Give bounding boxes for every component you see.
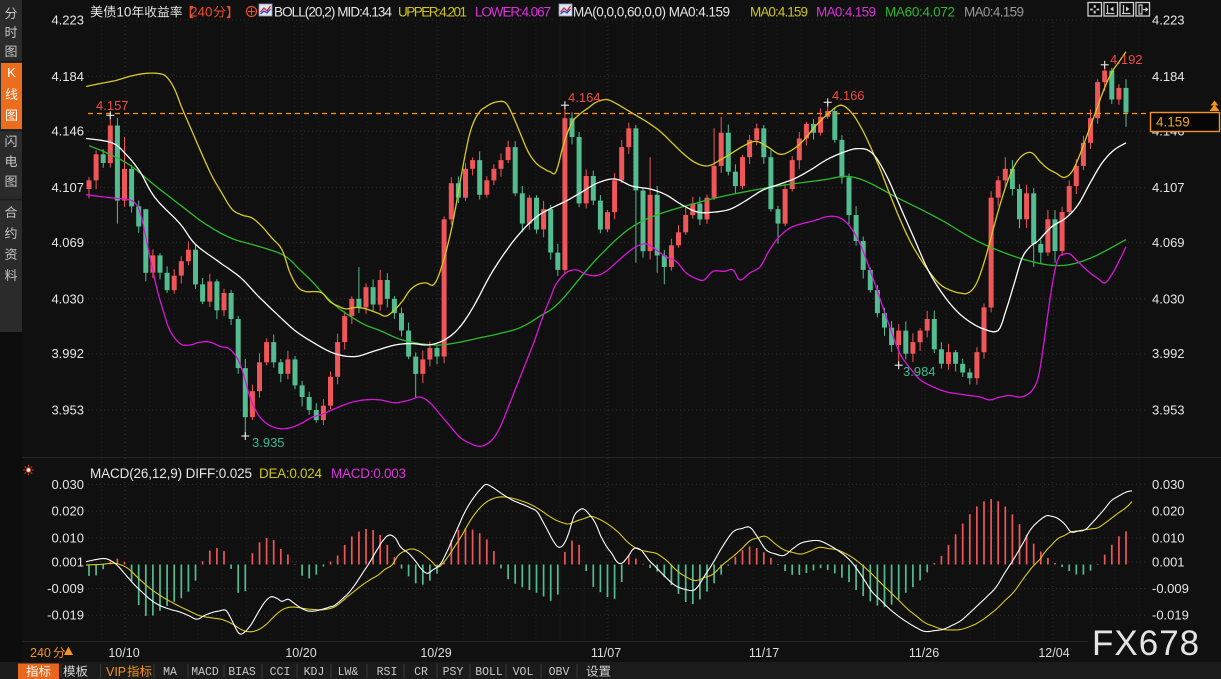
svg-text:3.992: 3.992	[51, 346, 84, 361]
svg-text:4.184: 4.184	[51, 69, 84, 84]
svg-text:4.030: 4.030	[51, 291, 84, 306]
svg-text:240: 240	[30, 646, 51, 660]
svg-text:MA: MA	[163, 666, 177, 679]
svg-text:OBV: OBV	[549, 666, 570, 679]
svg-text:4.107: 4.107	[1152, 180, 1185, 195]
svg-text:4.184: 4.184	[1152, 69, 1185, 84]
svg-text:MACD(26,12,9) DIFF:0.025: MACD(26,12,9) DIFF:0.025	[90, 466, 252, 481]
svg-text:4.157: 4.157	[96, 98, 129, 113]
svg-text:4.166: 4.166	[832, 88, 865, 103]
svg-text:3.935: 3.935	[252, 435, 285, 450]
svg-text:MA60:4.072: MA60:4.072	[885, 5, 955, 20]
svg-text:0.010: 0.010	[51, 530, 84, 545]
svg-text:4.164: 4.164	[568, 90, 601, 105]
svg-text:DEA:0.024: DEA:0.024	[259, 466, 322, 481]
svg-text:LOWER:4.067: LOWER:4.067	[475, 5, 551, 20]
svg-text:10: 10	[116, 5, 131, 20]
svg-text:BOLL(20,2) MID:4.134: BOLL(20,2) MID:4.134	[274, 5, 392, 20]
svg-text:12/04: 12/04	[1038, 646, 1069, 660]
svg-text:4.192: 4.192	[1110, 52, 1143, 67]
svg-text:-0.009: -0.009	[1152, 581, 1189, 596]
svg-text:11/17: 11/17	[749, 646, 779, 660]
svg-text:MA0:4.159: MA0:4.159	[816, 5, 876, 20]
svg-text:MACD:0.003: MACD:0.003	[331, 466, 406, 481]
svg-text:4.030: 4.030	[1152, 291, 1185, 306]
svg-text:LW&: LW&	[338, 666, 359, 679]
svg-text:0.030: 0.030	[1152, 477, 1185, 492]
svg-text:BOLL: BOLL	[475, 666, 503, 679]
svg-text:11/26: 11/26	[909, 646, 939, 660]
svg-text:-0.009: -0.009	[47, 581, 84, 596]
svg-text:0.020: 0.020	[51, 504, 84, 519]
svg-text:MACD: MACD	[191, 666, 219, 679]
svg-text:11/07: 11/07	[591, 646, 621, 660]
svg-text:10/20: 10/20	[285, 646, 316, 660]
svg-text:4.159: 4.159	[1156, 115, 1190, 130]
svg-text:3.953: 3.953	[1152, 403, 1185, 418]
svg-text:4.146: 4.146	[51, 124, 84, 139]
svg-text:0.020: 0.020	[1152, 504, 1185, 519]
svg-text:10/10: 10/10	[108, 646, 139, 660]
svg-text:-0.019: -0.019	[1152, 608, 1189, 623]
svg-text:240: 240	[190, 5, 213, 20]
svg-text:CR: CR	[414, 666, 428, 679]
svg-text:CCI: CCI	[270, 666, 291, 679]
svg-text:0.001: 0.001	[51, 554, 84, 569]
svg-text:VOL: VOL	[513, 666, 534, 679]
svg-text:4.107: 4.107	[51, 180, 84, 195]
svg-text:3.992: 3.992	[1152, 346, 1185, 361]
svg-text:BIAS: BIAS	[228, 666, 256, 679]
svg-text:RSI: RSI	[377, 666, 398, 679]
svg-text:4.223: 4.223	[51, 13, 84, 28]
svg-text:MA(0,0,0,60,0,0) MA0:4.159: MA(0,0,0,60,0,0) MA0:4.159	[573, 5, 730, 20]
svg-text:FX678: FX678	[1092, 624, 1200, 663]
svg-text:KDJ: KDJ	[304, 666, 325, 679]
svg-text:3.984: 3.984	[903, 364, 936, 379]
svg-text:0.001: 0.001	[1152, 554, 1185, 569]
svg-text:4.223: 4.223	[1152, 13, 1185, 28]
svg-text:4.069: 4.069	[51, 235, 84, 250]
svg-text:UPPER:4.201: UPPER:4.201	[398, 5, 467, 20]
svg-text:0.030: 0.030	[51, 477, 84, 492]
svg-text:MA0:4.159: MA0:4.159	[964, 5, 1024, 20]
svg-text:10/29: 10/29	[420, 646, 451, 660]
svg-text:PSY: PSY	[443, 666, 464, 679]
svg-text:-0.019: -0.019	[47, 608, 84, 623]
svg-text:MA0:4.159: MA0:4.159	[750, 5, 808, 20]
svg-text:K: K	[7, 65, 16, 80]
svg-text:4.069: 4.069	[1152, 235, 1185, 250]
svg-text:VIP: VIP	[106, 665, 126, 679]
svg-text:0.010: 0.010	[1152, 530, 1185, 545]
svg-text:3.953: 3.953	[51, 403, 84, 418]
